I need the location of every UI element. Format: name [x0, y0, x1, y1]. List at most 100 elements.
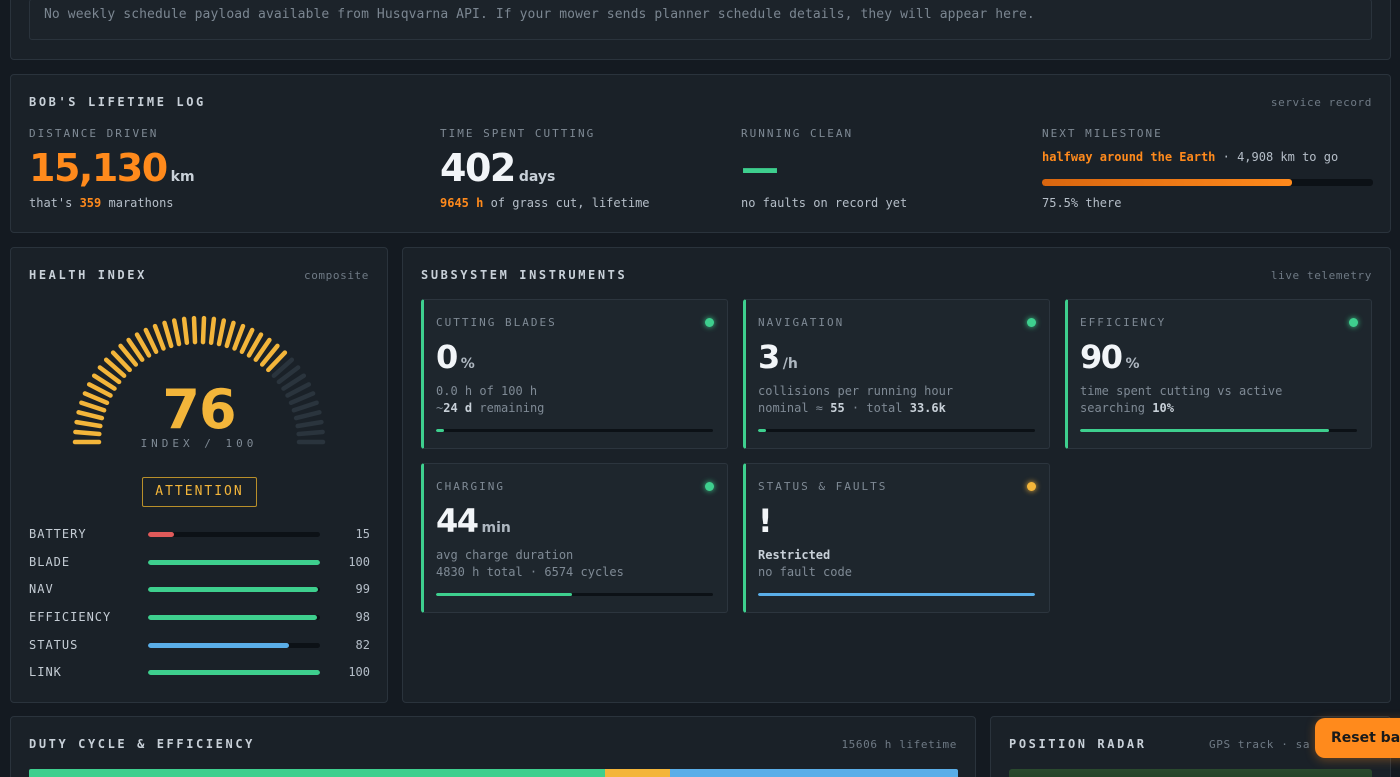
instrument-card-status-faults[interactable]: STATUS & FAULTS! Restricted no fault code: [743, 463, 1050, 613]
distance-sub: that's 359 marathons: [29, 196, 174, 210]
radar-map[interactable]: [1009, 769, 1372, 777]
health-status-badge: ATTENTION: [142, 477, 257, 507]
health-row-label: LINK: [29, 665, 62, 679]
card-progress-fill: [1080, 429, 1330, 432]
health-row-fill: [148, 643, 290, 648]
card-label: EFFICIENCY: [1080, 316, 1167, 329]
card-progress-fill: [436, 429, 445, 432]
health-row-bar: [148, 560, 320, 565]
card-label: STATUS & FAULTS: [758, 480, 888, 493]
gauge-tick: [171, 318, 182, 347]
instruments-title: SUBSYSTEM INSTRUMENTS: [421, 268, 628, 282]
lifetime-log-panel: BOB'S LIFETIME LOG service record DISTAN…: [10, 74, 1391, 233]
health-caption: INDEX / 100: [140, 437, 258, 450]
health-row-label: BLADE: [29, 555, 71, 569]
instruments-meta: live telemetry: [1270, 269, 1372, 282]
cutting-stat: TIME SPENT CUTTING 402 days 9645 h of gra…: [440, 127, 650, 210]
gauge-tick: [152, 323, 166, 351]
cutting-label: TIME SPENT CUTTING: [440, 127, 596, 140]
distance-label: DISTANCE DRIVEN: [29, 127, 159, 140]
health-row-battery: BATTERY 15: [29, 527, 370, 543]
distance-value: 15,130: [29, 146, 168, 190]
card-value: !: [758, 502, 773, 540]
card-progress: [758, 429, 1035, 432]
instrument-card-cutting-blades[interactable]: CUTTING BLADES 0% 0.0 h of 100 h ~24 d rema…: [421, 299, 728, 449]
schedule-panel: No weekly schedule payload available fro…: [10, 0, 1391, 60]
card-label: NAVIGATION: [758, 316, 845, 329]
gauge-tick: [224, 320, 236, 349]
card-label: CHARGING: [436, 480, 505, 493]
health-row-fill: [148, 615, 317, 620]
status-dot-icon: [1349, 318, 1358, 327]
card-progress: [758, 593, 1035, 596]
running-clean-sub: no faults on record yet: [741, 196, 908, 210]
instrument-card-efficiency[interactable]: EFFICIENCY 90% time spent cutting vs activ…: [1065, 299, 1372, 449]
health-row-value: 98: [355, 610, 370, 624]
radar-title: POSITION RADAR: [1009, 737, 1147, 751]
status-dot-icon: [1027, 318, 1036, 327]
milestone-stat: NEXT MILESTONE halfway around the Earth …: [1042, 127, 1373, 210]
health-row-efficiency: EFFICIENCY 98: [29, 610, 370, 626]
instrument-card-charging[interactable]: CHARGING 44 min avg charge duration 4830 h t…: [421, 463, 728, 613]
card-line-2: no fault code: [758, 565, 852, 579]
reset-battery-button[interactable]: Reset batt: [1315, 718, 1400, 758]
lifetime-meta: service record: [1270, 96, 1372, 109]
card-line-1: time spent cutting vs active: [1080, 384, 1283, 398]
gauge-tick: [200, 315, 207, 345]
health-value: 76: [162, 378, 236, 441]
card-label: CUTTING BLADES: [436, 316, 557, 329]
running-clean-stat: RUNNING CLEAN — no faults on record yet: [741, 127, 907, 210]
gauge-tick: [191, 315, 198, 345]
health-row-nav: NAV 99: [29, 582, 370, 598]
cutting-unit: days: [518, 169, 556, 185]
card-line-2: 4830 h total · 6574 cycles: [436, 565, 624, 579]
health-row-fill: [148, 587, 319, 592]
health-row-bar: [148, 615, 320, 620]
duty-segment: [669, 769, 958, 777]
health-row-status: STATUS 82: [29, 638, 370, 654]
radar-meta: GPS track · sa: [1209, 738, 1311, 751]
status-dot-icon: [705, 482, 714, 491]
instrument-card-navigation[interactable]: NAVIGATION 3/h collisions per running hour…: [743, 299, 1050, 449]
card-line-1: avg charge duration: [436, 548, 574, 562]
health-row-label: EFFICIENCY: [29, 610, 112, 624]
card-value: 3/h: [758, 338, 798, 376]
health-title: HEALTH INDEX: [29, 268, 147, 282]
card-progress-fill: [758, 429, 767, 432]
health-row-value: 15: [355, 527, 370, 541]
health-row-fill: [148, 560, 320, 565]
card-line-1: collisions per running hour: [758, 384, 954, 398]
milestone-target: halfway around the Earth · 4,908 km to g…: [1042, 150, 1339, 164]
health-row-value: 82: [355, 638, 370, 652]
health-row-label: BATTERY: [29, 527, 87, 541]
card-progress: [1080, 429, 1357, 432]
gauge-tick: [232, 323, 246, 351]
health-row-fill: [148, 532, 174, 537]
health-row-value: 99: [355, 582, 370, 596]
lifetime-title: BOB'S LIFETIME LOG: [29, 95, 206, 109]
card-value: 90%: [1080, 338, 1140, 376]
milestone-progress-fill: [1042, 179, 1292, 186]
health-meta: composite: [303, 269, 369, 282]
duty-segment: [29, 769, 605, 777]
duty-meta: 15606 h lifetime: [841, 738, 957, 751]
health-row-link: LINK 100: [29, 665, 370, 681]
health-row-label: STATUS: [29, 638, 79, 652]
health-row-label: NAV: [29, 582, 54, 596]
health-row-bar: [148, 587, 320, 592]
health-row-value: 100: [348, 665, 370, 679]
cutting-value: 402: [440, 146, 516, 190]
card-value: 0%: [436, 338, 475, 376]
running-clean-value: —: [741, 146, 779, 190]
card-progress-fill: [436, 593, 572, 596]
card-progress-fill: [758, 593, 1035, 596]
card-line-1: Restricted: [758, 548, 831, 562]
status-dot-icon: [705, 318, 714, 327]
card-value: 44 min: [436, 502, 511, 540]
health-row-blade: BLADE 100: [29, 555, 370, 571]
card-line-2: nominal ≈ 55 · total 33.6k: [758, 401, 946, 415]
gauge-tick: [216, 318, 227, 347]
duty-segment: [604, 769, 670, 777]
milestone-progress: [1042, 179, 1373, 186]
health-row-value: 100: [348, 555, 370, 569]
